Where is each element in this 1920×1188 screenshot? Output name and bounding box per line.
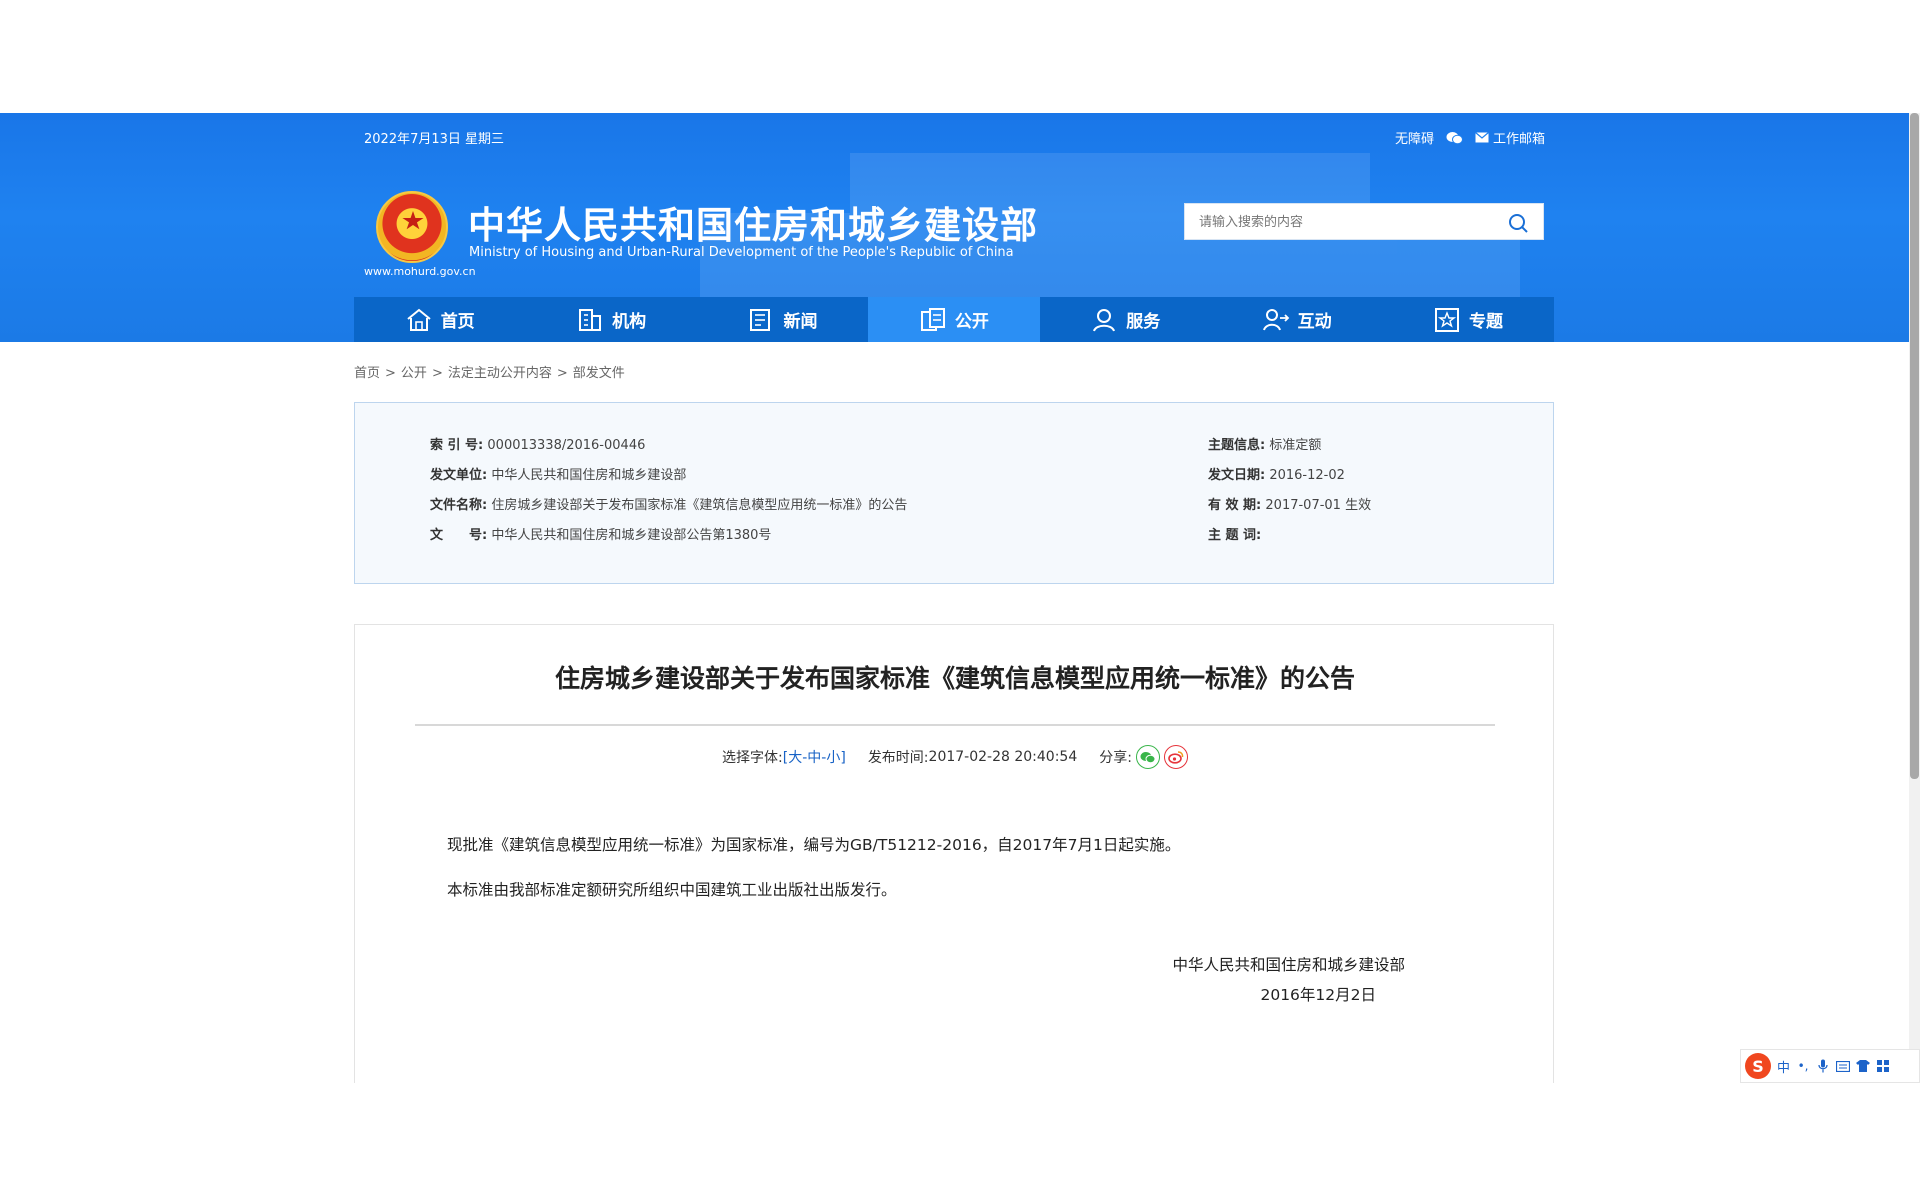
breadcrumb-separator: >: [385, 366, 396, 381]
article-paragraph: 本标准由我部标准定额研究所组织中国建筑工业出版社出版发行。: [447, 881, 897, 899]
document-info-box: 索 引 号: 000013338/2016-00446 发文单位: 中华人民共和…: [354, 402, 1554, 584]
publish-time-label: 发布时间:: [867, 750, 929, 766]
info-date: 发文日期: 2016-12-02: [1208, 464, 1345, 483]
browser-viewport: 2022年7月13日 星期三 无障碍 工作邮箱 www.mohurd.gov.c…: [0, 113, 1920, 1083]
nav-item-topics[interactable]: 专题: [1382, 297, 1553, 342]
breadcrumb-home[interactable]: 首页: [354, 366, 380, 381]
info-label: 主 题 词:: [1208, 528, 1262, 543]
info-label: 有 效 期:: [1208, 498, 1262, 513]
info-label: 主题信息:: [1208, 438, 1266, 453]
nav-item-public[interactable]: 公开: [868, 297, 1040, 342]
nav-item-service[interactable]: 服务: [1040, 297, 1211, 342]
breadcrumb-statutory-content[interactable]: 法定主动公开内容: [448, 366, 552, 381]
font-large-link[interactable]: 大: [788, 750, 802, 766]
article-title: 住房城乡建设部关于发布国家标准《建筑信息模型应用统一标准》的公告: [554, 664, 1355, 693]
work-email-link[interactable]: 工作邮箱: [1475, 128, 1545, 147]
interaction-icon: [1262, 308, 1289, 330]
info-value: 中华人民共和国住房和城乡建设部: [491, 468, 687, 483]
site-title[interactable]: 中华人民共和国住房和城乡建设部: [468, 195, 1038, 249]
info-value: 中华人民共和国住房和城乡建设部公告第1380号: [491, 528, 772, 543]
sogou-ime-logo[interactable]: S: [1745, 1053, 1771, 1079]
nav-item-home[interactable]: 首页: [354, 297, 525, 342]
article-content: 住房城乡建设部关于发布国家标准《建筑信息模型应用统一标准》的公告 选择字体: […: [354, 624, 1554, 1083]
nav-label: 机构: [612, 312, 647, 332]
nav-label: 新闻: [783, 312, 818, 332]
info-label: 文 号:: [430, 528, 488, 543]
search-input[interactable]: [1199, 212, 1489, 232]
breadcrumb-separator: >: [431, 366, 443, 381]
toolbox-icon[interactable]: [1876, 1059, 1890, 1073]
info-value: 住房城乡建设部关于发布国家标准《建筑信息模型应用统一标准》的公告: [491, 498, 908, 513]
nav-label: 专题: [1469, 312, 1504, 332]
info-value: 2017-07-01 生效: [1265, 498, 1372, 513]
info-issuer: 发文单位: 中华人民共和国住房和城乡建设部: [430, 464, 686, 483]
search-box: [1184, 203, 1544, 240]
site-header: 2022年7月13日 星期三 无障碍 工作邮箱 www.mohurd.gov.c…: [0, 113, 1909, 342]
breadcrumb-public[interactable]: 公开: [401, 366, 427, 381]
article-paragraph: 现批准《建筑信息模型应用统一标准》为国家标准，编号为GB/T51212-2016…: [447, 836, 1181, 854]
font-small-link[interactable]: 小: [826, 750, 840, 766]
share-label: 分享:: [1099, 750, 1132, 766]
microphone-icon[interactable]: [1816, 1059, 1830, 1073]
info-index: 索 引 号: 000013338/2016-00446: [430, 434, 645, 453]
breadcrumb-separator: >: [556, 366, 568, 381]
info-topic: 主题信息: 标准定额: [1208, 434, 1321, 453]
nav-item-organization[interactable]: 机构: [525, 297, 696, 342]
info-value: 2016-12-02: [1269, 468, 1345, 483]
info-value: 标准定额: [1269, 438, 1322, 453]
page-scrollbar[interactable]: [1909, 113, 1920, 1083]
info-docname: 文件名称: 住房城乡建设部关于发布国家标准《建筑信息模型应用统一标准》的公告: [430, 494, 907, 513]
star-icon: [1435, 307, 1460, 332]
nav-item-interaction[interactable]: 互动: [1211, 297, 1382, 342]
document-icon: [920, 307, 945, 331]
info-keywords: 主 题 词:: [1208, 524, 1261, 543]
info-label: 索 引 号:: [430, 438, 484, 453]
publish-time: 2017-02-28 20:40:54: [928, 749, 1078, 765]
newspaper-icon: [750, 308, 771, 331]
current-date: 2022年7月13日 星期三: [364, 132, 505, 147]
breadcrumb: 首页 > 公开 > 法定主动公开内容 > 部发文件: [354, 362, 625, 381]
service-icon: [1093, 308, 1116, 331]
info-label: 发文单位:: [430, 468, 488, 483]
wechat-share-icon[interactable]: [1135, 745, 1160, 769]
work-email-label: 工作邮箱: [1492, 132, 1545, 147]
wechat-icon[interactable]: [1446, 131, 1463, 145]
nav-label: 公开: [954, 312, 989, 332]
home-icon: [407, 308, 431, 331]
font-size-selector: [大-中-小]: [782, 750, 846, 766]
nav-label: 服务: [1126, 312, 1161, 332]
info-validity: 有 效 期: 2017-07-01 生效: [1208, 494, 1371, 513]
font-select-label: 选择字体:: [722, 750, 783, 766]
scrollbar-thumb[interactable]: [1910, 113, 1919, 779]
punctuation-icon[interactable]: •,: [1796, 1059, 1810, 1073]
font-medium-link[interactable]: 中: [807, 750, 821, 766]
weibo-share-icon[interactable]: [1163, 745, 1188, 769]
top-links: 无障碍 工作邮箱: [1395, 128, 1545, 147]
sign-date: 2016年12月2日: [1260, 986, 1376, 1004]
nav-label: 互动: [1297, 312, 1332, 332]
info-label: 文件名称:: [430, 498, 488, 513]
site-subtitle: Ministry of Housing and Urban-Rural Deve…: [469, 245, 1014, 260]
nav-label: 首页: [440, 312, 475, 332]
title-divider: [415, 724, 1495, 726]
info-value: 000013338/2016-00446: [487, 438, 646, 453]
national-emblem-logo[interactable]: [376, 191, 448, 263]
mail-icon: [1475, 132, 1489, 143]
info-docno: 文 号: 中华人民共和国住房和城乡建设部公告第1380号: [430, 524, 771, 543]
search-icon[interactable]: [1507, 212, 1529, 234]
site-url: www.mohurd.gov.cn: [364, 265, 476, 278]
keyboard-icon[interactable]: [1836, 1059, 1851, 1073]
building-icon: [579, 308, 602, 331]
skin-icon[interactable]: [1856, 1059, 1871, 1073]
accessibility-link[interactable]: 无障碍: [1395, 128, 1434, 147]
signer: 中华人民共和国住房和城乡建设部: [1172, 956, 1405, 974]
nav-item-news[interactable]: 新闻: [697, 297, 868, 342]
ime-toolbar: S 中 •,: [1740, 1049, 1920, 1083]
article-meta: 选择字体: [大-中-小] 发布时间: 2017-02-28 20:40:54 …: [355, 745, 1555, 769]
main-nav: 首页 机构 新闻 公开 服务 互动 专题: [354, 297, 1554, 342]
info-label: 发文日期:: [1208, 468, 1266, 483]
ime-language-toggle[interactable]: 中: [1777, 1057, 1790, 1076]
breadcrumb-ministry-documents[interactable]: 部发文件: [573, 366, 625, 381]
